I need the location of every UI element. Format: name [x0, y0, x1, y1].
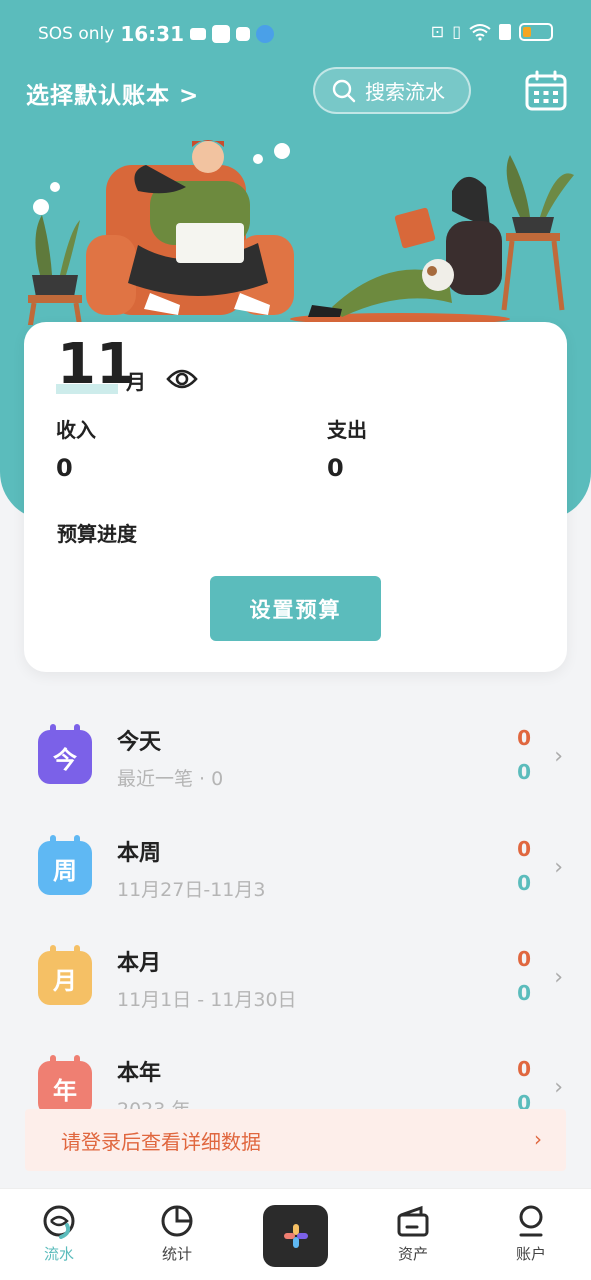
- period-subtitle: 11月1日 - 11月30日: [117, 989, 297, 1011]
- wifi-icon: [469, 23, 491, 41]
- period-row-month[interactable]: 月 本月 11月1日 - 11月30日 0 0 ›: [0, 945, 591, 1045]
- eye-icon[interactable]: [166, 366, 198, 392]
- chevron-right-icon: ›: [554, 744, 563, 769]
- battery-icon: [519, 22, 553, 41]
- book-selector[interactable]: 选择默认账本 >: [26, 76, 199, 110]
- plus-icon: [283, 1224, 308, 1248]
- week-calendar-icon: 周: [38, 835, 92, 895]
- tab-ledger[interactable]: 流水: [19, 1203, 99, 1264]
- expense-value: 0: [327, 454, 344, 482]
- monthly-summary-card: 11 月 收入 0 支出 0 预算进度 设置预算: [24, 322, 567, 672]
- period-income: 0: [517, 837, 531, 861]
- budget-progress-label: 预算进度: [57, 522, 137, 546]
- tab-label: 资产: [397, 1245, 428, 1263]
- status-bar: SOS only 16:31 ⊡ ▯: [0, 0, 591, 66]
- period-title: 本年: [117, 1061, 162, 1086]
- bottom-tab-bar: 流水 统计 资产 账户: [0, 1188, 591, 1280]
- period-income: 0: [517, 1057, 531, 1081]
- nfc-icon: ⊡: [430, 22, 445, 41]
- today-calendar-icon: 今: [38, 724, 92, 784]
- carrier-text: SOS only: [38, 24, 115, 44]
- login-prompt-banner[interactable]: 请登录后查看详细数据 ›: [25, 1109, 566, 1171]
- period-income: 0: [517, 947, 531, 971]
- chevron-right-icon: ›: [534, 1127, 542, 1151]
- month-number[interactable]: 11: [57, 332, 135, 397]
- income-value: 0: [56, 454, 73, 482]
- set-budget-button[interactable]: 设置预算: [210, 576, 381, 641]
- hero-illustration: [27, 140, 574, 325]
- period-subtitle: 最近一笔 · 0: [117, 768, 224, 790]
- tab-label: 流水: [43, 1245, 74, 1263]
- search-button[interactable]: 搜索流水: [313, 67, 471, 114]
- period-expense: 0: [517, 760, 531, 784]
- user-icon: [519, 1205, 543, 1237]
- year-calendar-icon: 年: [38, 1055, 92, 1115]
- income-label: 收入: [56, 418, 96, 442]
- alert-icon: [499, 23, 511, 40]
- chevron-right-icon: ›: [554, 855, 563, 880]
- month-unit: 月: [126, 370, 146, 394]
- tab-statistics[interactable]: 统计: [137, 1203, 217, 1264]
- shield-notification-icon: [212, 25, 230, 43]
- period-row-week[interactable]: 周 本周 11月27日-11月3 0 0 ›: [0, 835, 591, 935]
- expense-label: 支出: [327, 418, 367, 442]
- tab-label: 账户: [515, 1245, 546, 1263]
- chevron-right-icon: ›: [554, 965, 563, 990]
- tab-account[interactable]: 账户: [491, 1203, 571, 1264]
- period-subtitle: 11月27日-11月3: [117, 879, 266, 901]
- login-prompt-text: 请登录后查看详细数据: [61, 1129, 261, 1154]
- period-title: 今天: [117, 730, 162, 755]
- period-income: 0: [517, 726, 531, 750]
- search-icon: [332, 79, 356, 102]
- vibrate-icon: ▯: [452, 22, 461, 41]
- period-title: 本月: [117, 951, 162, 976]
- pie-chart-icon: [161, 1205, 193, 1237]
- period-expense: 0: [517, 871, 531, 895]
- search-label: 搜索流水: [365, 80, 445, 104]
- app-notification-icon: [236, 27, 250, 41]
- clock-text: 16:31: [120, 22, 184, 46]
- notification-icon: [190, 28, 206, 40]
- tab-label: 统计: [161, 1245, 192, 1263]
- period-title: 本周: [117, 841, 162, 866]
- browser-notification-icon: [256, 25, 274, 43]
- calendar-icon[interactable]: [524, 70, 568, 112]
- month-calendar-icon: 月: [38, 945, 92, 1005]
- add-record-button[interactable]: [263, 1205, 328, 1267]
- ledger-icon: [43, 1205, 75, 1239]
- chevron-right-icon: ›: [554, 1075, 563, 1100]
- period-row-today[interactable]: 今 今天 最近一笔 · 0 0 0 ›: [0, 724, 591, 824]
- period-expense: 0: [517, 981, 531, 1005]
- tab-assets[interactable]: 资产: [373, 1203, 453, 1264]
- wallet-icon: [397, 1205, 429, 1237]
